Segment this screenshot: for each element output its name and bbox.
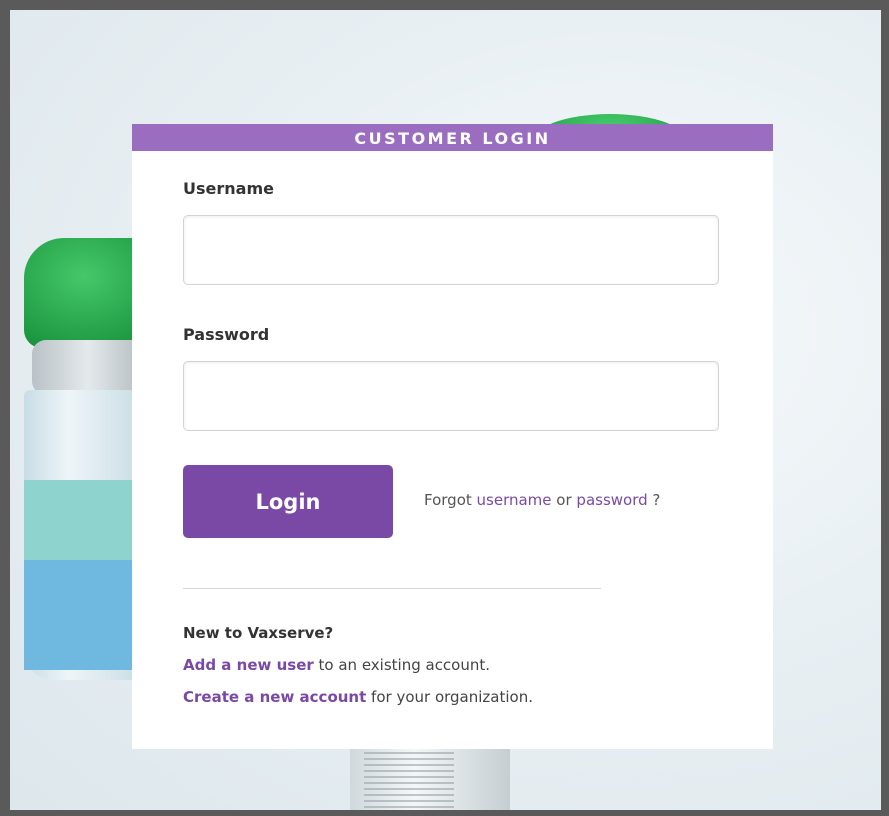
create-account-link[interactable]: Create a new account bbox=[183, 688, 366, 706]
forgot-credentials: Forgot username or password ? bbox=[424, 491, 660, 509]
forgot-or: or bbox=[551, 491, 577, 509]
username-label: Username bbox=[183, 179, 274, 198]
login-button[interactable]: Login bbox=[183, 465, 393, 538]
forgot-prefix: Forgot bbox=[424, 491, 477, 509]
add-user-text: to an existing account. bbox=[313, 656, 491, 674]
create-account-text: for your organization. bbox=[366, 688, 533, 706]
username-input[interactable] bbox=[183, 215, 719, 285]
add-user-link[interactable]: Add a new user bbox=[183, 656, 314, 674]
forgot-username-link[interactable]: username bbox=[477, 491, 552, 509]
window-frame: CUSTOMER LOGIN Username Password Login F… bbox=[0, 0, 889, 816]
section-divider bbox=[183, 588, 601, 589]
new-user-heading: New to Vaxserve? bbox=[183, 624, 334, 642]
create-account-line: Create a new account for your organizati… bbox=[183, 688, 533, 706]
panel-title: CUSTOMER LOGIN bbox=[132, 124, 773, 151]
add-user-line: Add a new user to an existing account. bbox=[183, 656, 490, 674]
forgot-password-link[interactable]: password bbox=[576, 491, 647, 509]
login-panel: CUSTOMER LOGIN Username Password Login F… bbox=[132, 124, 773, 749]
password-label: Password bbox=[183, 325, 270, 344]
forgot-suffix: ? bbox=[647, 491, 661, 509]
background-vial-bottom-print bbox=[364, 750, 454, 810]
password-input[interactable] bbox=[183, 361, 719, 431]
